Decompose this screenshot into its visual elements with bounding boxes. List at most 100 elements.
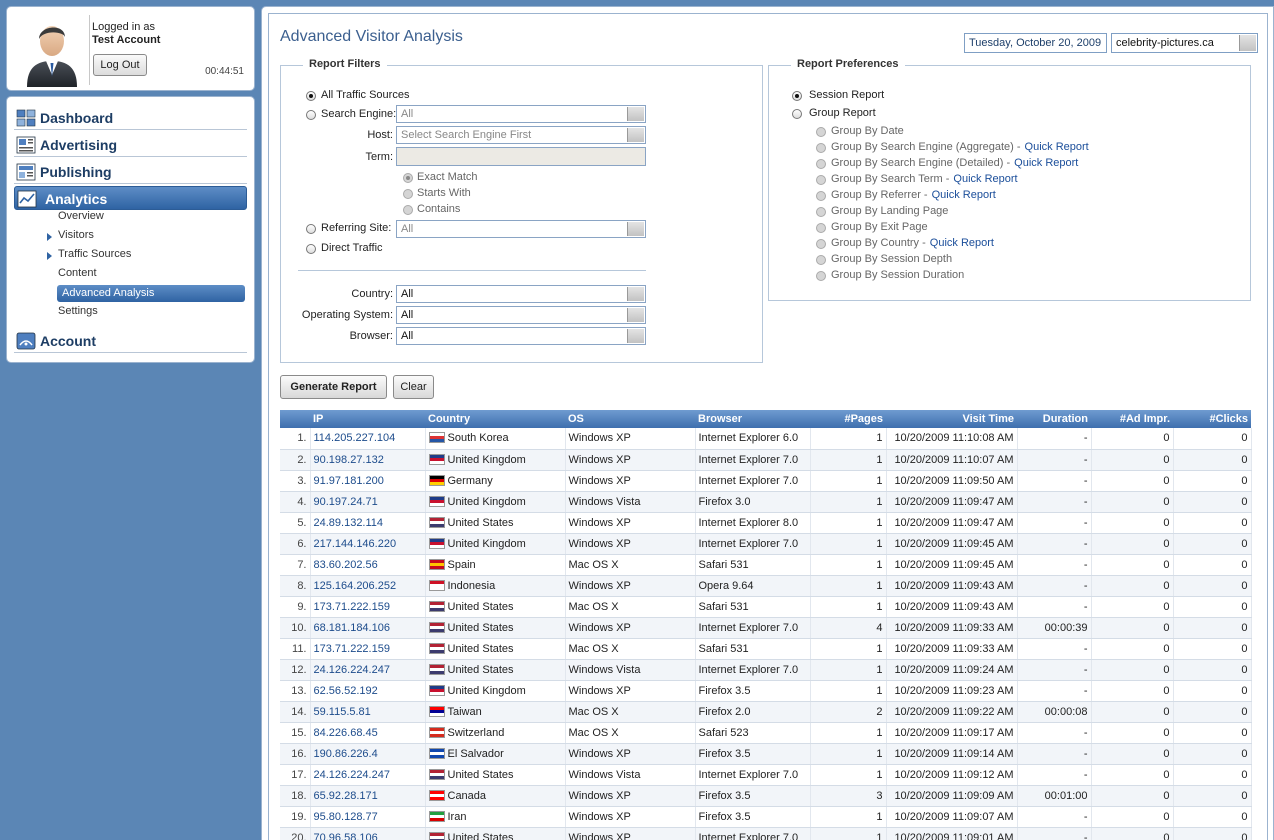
ip-link[interactable]: 173.71.222.159 xyxy=(310,596,426,618)
quick-report-link[interactable]: Quick Report xyxy=(953,173,1017,185)
clear-button[interactable]: Clear xyxy=(393,375,434,399)
search-engine-select[interactable]: All xyxy=(396,105,646,123)
browser-select[interactable]: All xyxy=(396,327,646,345)
contains-radio[interactable] xyxy=(403,205,413,215)
dropdown-arrow-icon[interactable] xyxy=(1239,35,1256,51)
table-row[interactable]: 16. 190.86.226.4 El Salvador Windows XP Fire… xyxy=(280,743,1252,765)
group-option-radio[interactable] xyxy=(816,239,826,249)
ip-link[interactable]: 173.71.222.159 xyxy=(310,638,426,660)
session-report-radio[interactable] xyxy=(792,91,802,101)
table-row[interactable]: 2. 90.198.27.132 United Kingdom Windows XP I… xyxy=(280,449,1252,471)
table-row[interactable]: 4. 90.197.24.71 United Kingdom Windows Vist… xyxy=(280,491,1252,513)
column-header-pages[interactable]: #Pages xyxy=(810,410,886,428)
group-option-radio[interactable] xyxy=(816,143,826,153)
ip-link[interactable]: 65.92.28.171 xyxy=(310,785,426,807)
sidebar-subitem-settings[interactable]: Settings xyxy=(58,305,98,322)
sidebar-item-dashboard[interactable]: Dashboard xyxy=(14,106,247,130)
table-row[interactable]: 20. 70.96.58.106 United States Windows XP In… xyxy=(280,827,1252,840)
group-report-radio[interactable] xyxy=(792,109,802,119)
group-option-radio[interactable] xyxy=(816,255,826,265)
table-row[interactable]: 7. 83.60.202.56 Spain Mac OS X Safari 531 1 10… xyxy=(280,554,1252,576)
table-row[interactable]: 10. 68.181.184.106 United States Windows XP… xyxy=(280,617,1252,639)
group-option-radio[interactable] xyxy=(816,159,826,169)
ip-link[interactable]: 114.205.227.104 xyxy=(310,428,426,450)
sidebar-subitem-visitors[interactable]: Visitors xyxy=(47,229,94,246)
site-select[interactable]: celebrity-pictures.ca xyxy=(1111,33,1258,53)
ip-link[interactable]: 95.80.128.77 xyxy=(310,806,426,828)
dropdown-arrow-icon[interactable] xyxy=(627,128,644,142)
ip-link[interactable]: 70.96.58.106 xyxy=(310,827,426,840)
ip-link[interactable]: 90.197.24.71 xyxy=(310,491,426,513)
table-row[interactable]: 13. 62.56.52.192 United Kingdom Windows XP F… xyxy=(280,680,1252,702)
dropdown-arrow-icon[interactable] xyxy=(627,308,644,322)
table-row[interactable]: 5. 24.89.132.114 United States Windows XP In… xyxy=(280,512,1252,534)
generate-report-button[interactable]: Generate Report xyxy=(280,375,387,399)
table-row[interactable]: 17. 24.126.224.247 United States Windows Vi… xyxy=(280,764,1252,786)
table-row[interactable]: 8. 125.164.206.252 Indonesia Windows XP Oper… xyxy=(280,575,1252,597)
table-row[interactable]: 12. 24.126.224.247 United States Windows Vi… xyxy=(280,659,1252,681)
host-select[interactable]: Select Search Engine First xyxy=(396,126,646,144)
starts-with-radio[interactable] xyxy=(403,189,413,199)
column-header-ad-impressions[interactable]: #Ad Impr. xyxy=(1091,410,1173,428)
dropdown-arrow-icon[interactable] xyxy=(627,222,644,236)
quick-report-link[interactable]: Quick Report xyxy=(1014,157,1078,169)
referring-site-radio[interactable] xyxy=(306,224,316,234)
table-row[interactable]: 11. 173.71.222.159 United States Mac OS X Sa… xyxy=(280,638,1252,660)
quick-report-link[interactable]: Quick Report xyxy=(932,189,996,201)
ip-link[interactable]: 59.115.5.81 xyxy=(310,701,426,723)
dropdown-arrow-icon[interactable] xyxy=(627,329,644,343)
logout-button[interactable]: Log Out xyxy=(93,54,147,76)
sidebar-item-advertising[interactable]: Advertising xyxy=(14,133,247,157)
direct-traffic-radio[interactable] xyxy=(306,244,316,254)
column-header-ip[interactable]: IP xyxy=(310,410,425,428)
sidebar-subitem-overview[interactable]: Overview xyxy=(58,210,104,227)
country-select[interactable]: All xyxy=(396,285,646,303)
ip-link[interactable]: 125.164.206.252 xyxy=(310,575,426,597)
group-option-radio[interactable] xyxy=(816,127,826,137)
group-option-radio[interactable] xyxy=(816,207,826,217)
os-select[interactable]: All xyxy=(396,306,646,324)
sidebar-item-account[interactable]: Account xyxy=(14,329,247,353)
table-row[interactable]: 9. 173.71.222.159 United States Mac OS X Saf… xyxy=(280,596,1252,618)
exact-match-radio[interactable] xyxy=(403,173,413,183)
dropdown-arrow-icon[interactable] xyxy=(627,287,644,301)
ip-link[interactable]: 190.86.226.4 xyxy=(310,743,426,765)
quick-report-link[interactable]: Quick Report xyxy=(1025,141,1089,153)
table-row[interactable]: 15. 84.226.68.45 Switzerland Mac OS X Safari… xyxy=(280,722,1252,744)
ip-link[interactable]: 24.89.132.114 xyxy=(310,512,426,534)
table-row[interactable]: 1. 114.205.227.104 South Korea Windows XP In… xyxy=(280,428,1252,450)
group-option-radio[interactable] xyxy=(816,271,826,281)
ip-link[interactable]: 83.60.202.56 xyxy=(310,554,426,576)
term-input[interactable] xyxy=(396,147,646,166)
quick-report-link[interactable]: Quick Report xyxy=(930,237,994,249)
group-option-radio[interactable] xyxy=(816,175,826,185)
ip-link[interactable]: 24.126.224.247 xyxy=(310,659,426,681)
table-row[interactable]: 18. 65.92.28.171 Canada Windows XP Firefox 3… xyxy=(280,785,1252,807)
ip-link[interactable]: 217.144.146.220 xyxy=(310,533,426,555)
table-row[interactable]: 3. 91.97.181.200 Germany Windows XP Internet… xyxy=(280,470,1252,492)
table-row[interactable]: 14. 59.115.5.81 Taiwan Mac OS X Firefox 2.0 2… xyxy=(280,701,1252,723)
sidebar-subitem-content[interactable]: Content xyxy=(58,267,97,284)
column-header-os[interactable]: OS xyxy=(565,410,695,428)
ip-link[interactable]: 62.56.52.192 xyxy=(310,680,426,702)
search-engine-radio[interactable] xyxy=(306,110,316,120)
sidebar-item-publishing[interactable]: Publishing xyxy=(14,160,247,184)
ip-link[interactable]: 90.198.27.132 xyxy=(310,449,426,471)
all-traffic-radio[interactable] xyxy=(306,91,316,101)
column-header-browser[interactable]: Browser xyxy=(695,410,810,428)
table-row[interactable]: 6. 217.144.146.220 United Kingdom Windows X… xyxy=(280,533,1252,555)
column-header-country[interactable]: Country xyxy=(425,410,565,428)
table-row[interactable]: 19. 95.80.128.77 Iran Windows XP Firefox 3.5… xyxy=(280,806,1252,828)
column-header-clicks[interactable]: #Clicks xyxy=(1173,410,1251,428)
column-header-duration[interactable]: Duration xyxy=(1017,410,1091,428)
sidebar-subitem-traffic-sources[interactable]: Traffic Sources xyxy=(47,248,131,265)
ip-link[interactable]: 84.226.68.45 xyxy=(310,722,426,744)
ip-link[interactable]: 24.126.224.247 xyxy=(310,764,426,786)
dropdown-arrow-icon[interactable] xyxy=(627,107,644,121)
ip-link[interactable]: 91.97.181.200 xyxy=(310,470,426,492)
sidebar-subitem-advanced-analysis[interactable]: Advanced Analysis xyxy=(57,285,245,302)
column-header-visit-time[interactable]: Visit Time xyxy=(886,410,1017,428)
ip-link[interactable]: 68.181.184.106 xyxy=(310,617,426,639)
group-option-radio[interactable] xyxy=(816,223,826,233)
referring-site-select[interactable]: All xyxy=(396,220,646,238)
